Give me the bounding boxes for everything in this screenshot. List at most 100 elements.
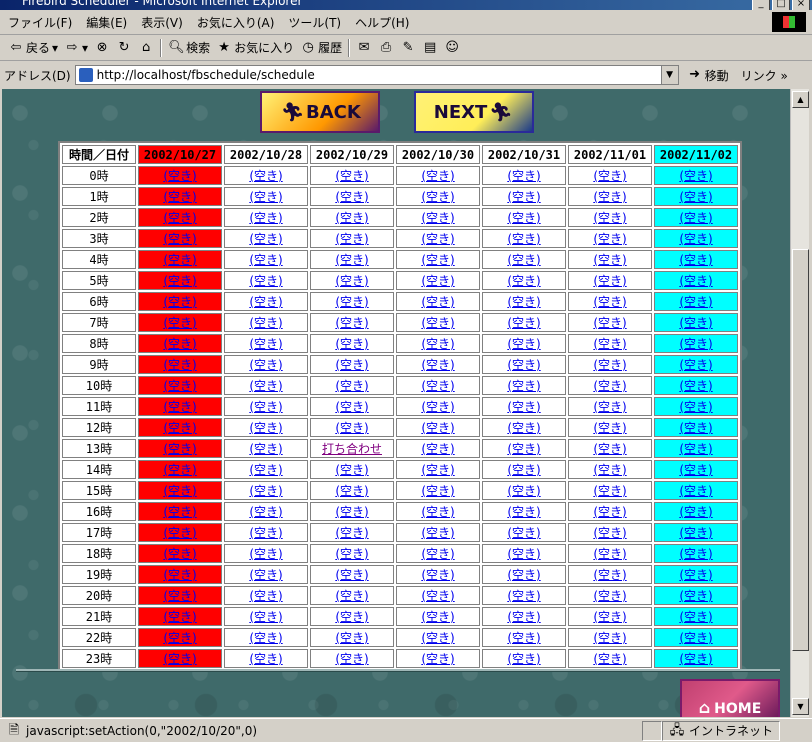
empty-slot-link[interactable]: (空き) bbox=[335, 610, 368, 624]
empty-slot-link[interactable]: (空き) bbox=[163, 400, 196, 414]
empty-slot-link[interactable]: (空き) bbox=[679, 211, 712, 225]
empty-slot-link[interactable]: (空き) bbox=[163, 463, 196, 477]
empty-slot-link[interactable]: (空き) bbox=[593, 631, 626, 645]
empty-slot-link[interactable]: (空き) bbox=[249, 295, 282, 309]
empty-slot-link[interactable]: (空き) bbox=[335, 631, 368, 645]
empty-slot-link[interactable]: (空き) bbox=[163, 211, 196, 225]
empty-slot-link[interactable]: (空き) bbox=[163, 589, 196, 603]
empty-slot-link[interactable]: (空き) bbox=[507, 610, 540, 624]
stop-icon[interactable]: ⊗ bbox=[94, 40, 110, 56]
empty-slot-link[interactable]: (空き) bbox=[163, 442, 196, 456]
empty-slot-link[interactable]: (空き) bbox=[335, 169, 368, 183]
empty-slot-link[interactable]: (空き) bbox=[163, 547, 196, 561]
empty-slot-link[interactable]: (空き) bbox=[679, 526, 712, 540]
empty-slot-link[interactable]: (空き) bbox=[593, 505, 626, 519]
address-dropdown-icon[interactable]: ▼ bbox=[660, 66, 678, 84]
empty-slot-link[interactable]: (空き) bbox=[421, 652, 454, 666]
empty-slot-link[interactable]: (空き) bbox=[421, 232, 454, 246]
empty-slot-link[interactable]: (空き) bbox=[335, 274, 368, 288]
empty-slot-link[interactable]: (空き) bbox=[507, 274, 540, 288]
menu-view[interactable]: 表示(V) bbox=[141, 14, 183, 31]
menu-file[interactable]: ファイル(F) bbox=[8, 14, 72, 31]
booked-slot-link[interactable]: 打ち合わせ bbox=[322, 442, 382, 456]
refresh-icon[interactable]: ↻ bbox=[116, 40, 132, 56]
empty-slot-link[interactable]: (空き) bbox=[335, 400, 368, 414]
empty-slot-link[interactable]: (空き) bbox=[421, 505, 454, 519]
empty-slot-link[interactable]: (空き) bbox=[593, 442, 626, 456]
empty-slot-link[interactable]: (空き) bbox=[421, 463, 454, 477]
empty-slot-link[interactable]: (空き) bbox=[421, 274, 454, 288]
empty-slot-link[interactable]: (空き) bbox=[249, 589, 282, 603]
empty-slot-link[interactable]: (空き) bbox=[593, 274, 626, 288]
menu-help[interactable]: ヘルプ(H) bbox=[355, 14, 409, 31]
empty-slot-link[interactable]: (空き) bbox=[679, 421, 712, 435]
empty-slot-link[interactable]: (空き) bbox=[507, 547, 540, 561]
empty-slot-link[interactable]: (空き) bbox=[507, 442, 540, 456]
links-button[interactable]: リンク » bbox=[741, 67, 788, 84]
empty-slot-link[interactable]: (空き) bbox=[421, 379, 454, 393]
empty-slot-link[interactable]: (空き) bbox=[679, 589, 712, 603]
menu-edit[interactable]: 編集(E) bbox=[86, 14, 127, 31]
menu-tools[interactable]: ツール(T) bbox=[288, 14, 341, 31]
empty-slot-link[interactable]: (空き) bbox=[249, 526, 282, 540]
empty-slot-link[interactable]: (空き) bbox=[335, 484, 368, 498]
empty-slot-link[interactable]: (空き) bbox=[679, 337, 712, 351]
home-nav-button[interactable]: ⌂ HOME bbox=[680, 679, 780, 717]
print-icon[interactable]: ⎙ bbox=[378, 40, 394, 56]
empty-slot-link[interactable]: (空き) bbox=[679, 379, 712, 393]
empty-slot-link[interactable]: (空き) bbox=[335, 337, 368, 351]
empty-slot-link[interactable]: (空き) bbox=[421, 190, 454, 204]
empty-slot-link[interactable]: (空き) bbox=[679, 652, 712, 666]
empty-slot-link[interactable]: (空き) bbox=[507, 421, 540, 435]
empty-slot-link[interactable]: (空き) bbox=[507, 631, 540, 645]
empty-slot-link[interactable]: (空き) bbox=[507, 526, 540, 540]
empty-slot-link[interactable]: (空き) bbox=[249, 400, 282, 414]
empty-slot-link[interactable]: (空き) bbox=[249, 253, 282, 267]
empty-slot-link[interactable]: (空き) bbox=[679, 316, 712, 330]
empty-slot-link[interactable]: (空き) bbox=[335, 316, 368, 330]
forward-button[interactable]: ⇨ ▾ bbox=[64, 40, 88, 56]
empty-slot-link[interactable]: (空き) bbox=[335, 589, 368, 603]
empty-slot-link[interactable]: (空き) bbox=[679, 400, 712, 414]
address-field[interactable]: http://localhost/fbschedule/schedule ▼ bbox=[74, 65, 679, 85]
empty-slot-link[interactable]: (空き) bbox=[335, 190, 368, 204]
empty-slot-link[interactable]: (空き) bbox=[593, 547, 626, 561]
empty-slot-link[interactable]: (空き) bbox=[249, 484, 282, 498]
empty-slot-link[interactable]: (空き) bbox=[507, 589, 540, 603]
empty-slot-link[interactable]: (空き) bbox=[249, 190, 282, 204]
empty-slot-link[interactable]: (空き) bbox=[421, 400, 454, 414]
empty-slot-link[interactable]: (空き) bbox=[421, 253, 454, 267]
minimize-button[interactable]: _ bbox=[752, 0, 770, 10]
empty-slot-link[interactable]: (空き) bbox=[593, 400, 626, 414]
empty-slot-link[interactable]: (空き) bbox=[679, 169, 712, 183]
empty-slot-link[interactable]: (空き) bbox=[507, 190, 540, 204]
empty-slot-link[interactable]: (空き) bbox=[335, 568, 368, 582]
empty-slot-link[interactable]: (空き) bbox=[507, 568, 540, 582]
empty-slot-link[interactable]: (空き) bbox=[421, 358, 454, 372]
empty-slot-link[interactable]: (空き) bbox=[507, 484, 540, 498]
empty-slot-link[interactable]: (空き) bbox=[335, 232, 368, 246]
empty-slot-link[interactable]: (空き) bbox=[335, 295, 368, 309]
empty-slot-link[interactable]: (空き) bbox=[507, 232, 540, 246]
empty-slot-link[interactable]: (空き) bbox=[163, 169, 196, 183]
empty-slot-link[interactable]: (空き) bbox=[679, 547, 712, 561]
messenger-icon[interactable]: ☺ bbox=[444, 40, 460, 56]
empty-slot-link[interactable]: (空き) bbox=[593, 421, 626, 435]
empty-slot-link[interactable]: (空き) bbox=[163, 379, 196, 393]
empty-slot-link[interactable]: (空き) bbox=[249, 379, 282, 393]
empty-slot-link[interactable]: (空き) bbox=[421, 316, 454, 330]
mail-icon[interactable]: ✉ bbox=[356, 40, 372, 56]
empty-slot-link[interactable]: (空き) bbox=[593, 484, 626, 498]
empty-slot-link[interactable]: (空き) bbox=[249, 442, 282, 456]
empty-slot-link[interactable]: (空き) bbox=[421, 610, 454, 624]
empty-slot-link[interactable]: (空き) bbox=[593, 253, 626, 267]
empty-slot-link[interactable]: (空き) bbox=[507, 379, 540, 393]
empty-slot-link[interactable]: (空き) bbox=[507, 253, 540, 267]
empty-slot-link[interactable]: (空き) bbox=[421, 547, 454, 561]
empty-slot-link[interactable]: (空き) bbox=[335, 253, 368, 267]
empty-slot-link[interactable]: (空き) bbox=[163, 190, 196, 204]
empty-slot-link[interactable]: (空き) bbox=[163, 421, 196, 435]
empty-slot-link[interactable]: (空き) bbox=[593, 337, 626, 351]
empty-slot-link[interactable]: (空き) bbox=[593, 568, 626, 582]
empty-slot-link[interactable]: (空き) bbox=[593, 232, 626, 246]
